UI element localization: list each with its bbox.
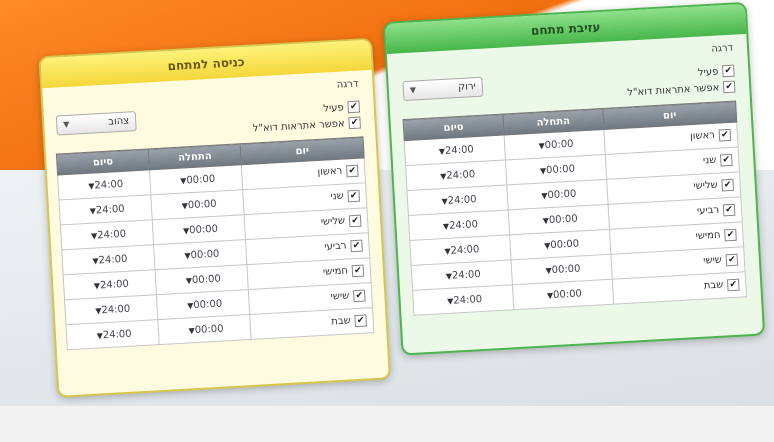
time-value: 00:00 [187, 198, 217, 211]
chevron-down-icon: ▼ [63, 119, 70, 130]
day-label: ראשון [689, 129, 716, 143]
panel-leave-title: עזיבת מתחם [385, 3, 747, 54]
check-icon[interactable]: ✔ [348, 214, 362, 228]
check-icon: ✔ [721, 64, 735, 78]
day-label: רביעי [324, 240, 347, 253]
check-icon[interactable]: ✔ [724, 228, 737, 242]
schedule-table: יום התחלה סיום ✔ראשון 00:00▼ 24:00▼ ✔שני 00:… [403, 101, 747, 316]
email-label: אפשר אתראות דוא"ל [252, 117, 345, 135]
end-time-select[interactable]: 24:00▼ [412, 284, 514, 316]
level-value: ירוק [457, 81, 477, 94]
day-label: חמישי [322, 265, 349, 278]
check-icon[interactable]: ✔ [721, 178, 735, 192]
check-icon[interactable]: ✔ [725, 253, 739, 267]
time-value: 00:00 [186, 173, 216, 186]
time-value: 00:00 [191, 273, 222, 286]
end-time-select[interactable]: 24:00▼ [65, 319, 160, 350]
tilted-screenshot: כניסה למתחם דרגה ▼ צהוב ✔ פעיל ✔ אפשר את… [0, 0, 774, 442]
time-value: 00:00 [552, 287, 583, 301]
time-value: 00:00 [547, 188, 577, 201]
time-value: 24:00 [446, 168, 476, 182]
day-label: ראשון [317, 165, 343, 178]
level-select[interactable]: ▼ ירוק [402, 76, 484, 102]
email-checkbox[interactable]: ✔ אפשר אתראות דוא"ל [252, 116, 361, 135]
check-icon[interactable]: ✔ [346, 164, 359, 178]
check-icon[interactable]: ✔ [350, 239, 363, 253]
level-select[interactable]: ▼ צהוב [55, 111, 137, 136]
time-value: 24:00 [95, 203, 125, 216]
check-icon[interactable]: ✔ [352, 289, 366, 303]
check-icon[interactable]: ✔ [719, 153, 733, 167]
schedule-body: ✔ראשון 00:00▼ 24:00▼ ✔שני 00:00▼ 24:00▼ ✔שלישי… [57, 157, 374, 350]
time-value: 00:00 [548, 213, 578, 226]
time-value: 24:00 [453, 293, 483, 307]
check-icon[interactable]: ✔ [722, 203, 736, 217]
panel-enter-title: כניסה למתחם [40, 39, 372, 89]
time-value: 00:00 [551, 262, 581, 276]
check-icon: ✔ [347, 100, 361, 114]
time-value: 24:00 [98, 253, 128, 266]
check-icon[interactable]: ✔ [726, 278, 740, 292]
level-label: דרגה [336, 78, 359, 91]
time-value: 24:00 [102, 328, 132, 341]
active-checkbox[interactable]: ✔ פעיל [697, 64, 735, 79]
level-label: דרגה [711, 42, 734, 55]
time-value: 24:00 [451, 268, 482, 282]
time-value: 24:00 [447, 193, 477, 207]
time-value: 00:00 [193, 298, 223, 311]
time-value: 00:00 [188, 223, 219, 236]
day-label: שישי [330, 290, 350, 303]
check-icon: ✔ [722, 80, 736, 94]
time-value: 24:00 [450, 243, 480, 257]
schedule-body: ✔ראשון 00:00▼ 24:00▼ ✔שני 00:00▼ 24:00▼ ✔שלישי… [404, 122, 747, 316]
panel-enter: כניסה למתחם דרגה ▼ צהוב ✔ פעיל ✔ אפשר את… [38, 37, 392, 398]
time-value: 24:00 [101, 303, 131, 316]
email-label: אפשר אתראות דוא"ל [627, 81, 720, 99]
day-label: שבת [703, 279, 724, 292]
check-icon[interactable]: ✔ [351, 264, 365, 278]
time-value: 24:00 [96, 228, 127, 241]
time-value: 00:00 [544, 138, 574, 151]
level-value: צהוב [107, 115, 130, 128]
check-icon[interactable]: ✔ [347, 189, 361, 203]
check-icon: ✔ [348, 116, 361, 130]
day-label: שלישי [320, 215, 346, 228]
time-value: 00:00 [190, 248, 220, 261]
time-value: 24:00 [448, 218, 479, 232]
day-label: רביעי [696, 204, 720, 217]
day-cell[interactable]: ✔שבת [249, 307, 374, 340]
day-label: שלישי [693, 179, 718, 193]
day-label: שישי [702, 254, 723, 267]
email-checkbox[interactable]: ✔ אפשר אתראות דוא"ל [627, 80, 736, 99]
chevron-down-icon: ▼ [409, 85, 417, 95]
time-value: 24:00 [94, 178, 124, 191]
start-time-select[interactable]: 00:00▼ [157, 314, 252, 345]
check-icon[interactable]: ✔ [718, 128, 732, 142]
day-label: שני [330, 190, 345, 203]
time-value: 00:00 [545, 163, 576, 176]
active-label: פעיל [697, 65, 719, 79]
time-value: 24:00 [99, 278, 130, 291]
active-checkbox[interactable]: ✔ פעיל [323, 100, 361, 115]
day-label: שני [702, 154, 717, 167]
panel-leave: עזיבת מתחם דרגה ▼ ירוק ✔ פעיל ✔ אפשר אתר… [383, 1, 766, 356]
active-label: פעיל [323, 101, 345, 115]
day-label: חמישי [695, 229, 721, 242]
time-value: 00:00 [194, 323, 224, 336]
time-value: 00:00 [549, 238, 580, 251]
day-label: שבת [330, 315, 351, 328]
start-time-select[interactable]: 00:00▼ [512, 279, 614, 310]
check-icon[interactable]: ✔ [354, 314, 368, 328]
time-value: 24:00 [444, 143, 475, 157]
schedule-table: יום התחלה סיום ✔ראשון 00:00▼ 24:00▼ ✔שני 00:… [56, 136, 375, 350]
